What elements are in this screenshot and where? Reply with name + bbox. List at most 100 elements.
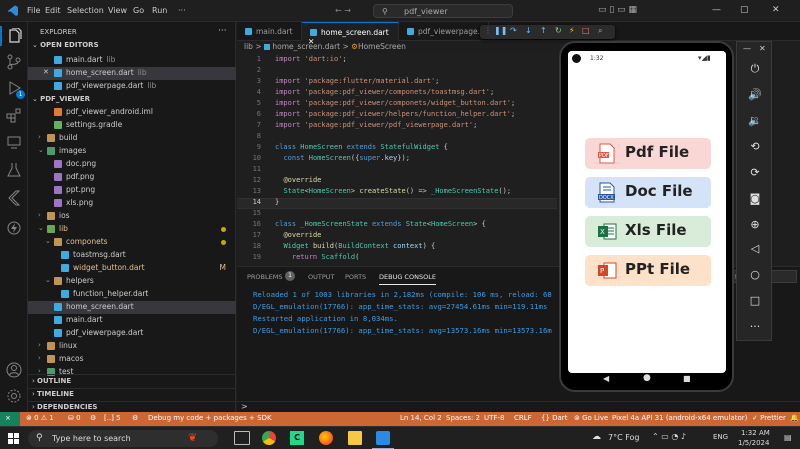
clock-date[interactable]: 1/5/2024 <box>738 439 769 447</box>
emulator-minimize-button[interactable]: — <box>743 44 751 53</box>
extensions-icon[interactable] <box>6 108 22 124</box>
problems-status[interactable]: ⊗ 0 ⚠ 1 <box>26 414 54 422</box>
firefox-icon[interactable] <box>319 431 333 445</box>
tree-folder[interactable]: ⌄ lib <box>28 223 236 236</box>
console-prompt[interactable]: > <box>241 402 248 411</box>
tree-item[interactable]: main.dart <box>28 314 236 327</box>
explorer-icon[interactable] <box>6 28 22 44</box>
volume-down-icon[interactable]: 🔉 <box>748 114 762 128</box>
clock-time[interactable]: 1:32 AM <box>741 429 770 437</box>
menu-selection[interactable]: Selection <box>67 6 104 15</box>
vscode-taskbar-icon[interactable] <box>376 431 390 445</box>
ports-icon[interactable]: ⛁ 0 <box>68 414 81 422</box>
tree-folder[interactable]: › linux <box>28 340 236 353</box>
menu-file[interactable]: File <box>27 6 40 15</box>
notifications-icon[interactable]: 🔔 <box>790 414 799 422</box>
doc-file-button[interactable]: DOCX Doc File <box>585 177 711 208</box>
tree-item[interactable]: pdf_viewer_android.iml <box>28 106 236 119</box>
overview-icon[interactable]: □ <box>748 294 762 308</box>
close-editor-icon[interactable]: ✕ <box>43 68 49 76</box>
close-window-button[interactable]: ✕ <box>772 5 780 15</box>
tab-debug-console[interactable]: DEBUG CONSOLE <box>379 273 436 285</box>
cursor-position[interactable]: Ln 14, Col 2 <box>400 414 442 422</box>
encoding[interactable]: UTF-8 <box>484 414 504 422</box>
step-out-icon[interactable]: ↑ <box>540 26 547 35</box>
tree-item[interactable]: widget_button.dart M <box>28 262 236 275</box>
notification-center-icon[interactable]: ▤ <box>784 433 792 442</box>
tree-item[interactable]: function_helper.dart <box>28 288 236 301</box>
command-center[interactable]: ⚲ pdf_viewer <box>373 4 513 18</box>
rotate-left-icon[interactable]: ⟲ <box>748 140 762 154</box>
live-share-icon[interactable] <box>6 220 22 236</box>
menu-view[interactable]: View <box>108 6 127 15</box>
tree-item[interactable]: ppt.png <box>28 184 236 197</box>
tree-folder[interactable]: ⌄ helpers <box>28 275 236 288</box>
layout-icons[interactable]: ▭ ▯ ▭ ▦ <box>598 5 637 15</box>
tray-icons[interactable]: ⌃ ▭ ◔ ♪ <box>652 432 686 441</box>
debug-config[interactable]: Debug my code + packages + SDK <box>148 414 272 422</box>
remote-indicator[interactable]: ⨯ <box>0 412 20 426</box>
tab-home-screen-dart[interactable]: home_screen.dart ✕ <box>302 22 399 46</box>
remote-explorer-icon[interactable] <box>6 134 22 150</box>
tree-folder[interactable]: › macos <box>28 353 236 366</box>
tree-item[interactable]: toastmsg.dart <box>28 249 236 262</box>
outline-header[interactable]: › OUTLINE <box>32 377 71 385</box>
nav-home-icon[interactable]: ● <box>643 373 651 383</box>
tree-folder[interactable]: ⌄ images <box>28 145 236 158</box>
open-editor-pdf-viewerpage[interactable]: pdf_viewerpage.dart lib <box>28 80 236 93</box>
language-mode[interactable]: {} Dart <box>541 414 567 422</box>
tab-problems[interactable]: PROBLEMS <box>247 273 282 281</box>
tree-item[interactable]: pdf.png <box>28 171 236 184</box>
menu-more[interactable]: ··· <box>178 6 186 15</box>
menu-run[interactable]: Run <box>152 6 167 15</box>
inspect-icon[interactable]: ⌕ <box>598 26 602 36</box>
weather-text[interactable]: 7°C Fog <box>608 433 640 442</box>
tab-pdf-viewerpage[interactable]: pdf_viewerpage.d <box>399 22 489 41</box>
open-editor-home-screen[interactable]: ✕ home_screen.dart lib <box>28 67 236 80</box>
pause-icon[interactable]: ❚❚ <box>494 26 507 35</box>
power-icon[interactable]: ⏻ <box>748 62 762 76</box>
xls-file-button[interactable]: X Xls File <box>585 216 711 247</box>
emulator-close-button[interactable]: ✕ <box>759 44 766 53</box>
camtasia-icon[interactable]: C <box>290 431 304 445</box>
restart-icon[interactable]: ↻ <box>555 26 562 35</box>
open-editor-main[interactable]: main.dart lib <box>28 54 236 67</box>
tree-folder[interactable]: › ios <box>28 210 236 223</box>
testing-icon[interactable] <box>6 162 22 178</box>
weather-icon[interactable]: ☁ <box>592 432 601 442</box>
tree-item-selected[interactable]: home_screen.dart <box>28 301 236 314</box>
step-into-icon[interactable]: ↓ <box>525 26 532 35</box>
account-icon[interactable] <box>6 362 22 378</box>
tree-item[interactable]: pdf_viewerpage.dart <box>28 327 236 340</box>
task-view-icon[interactable] <box>234 431 250 445</box>
zoom-icon[interactable]: ⊕ <box>748 218 762 232</box>
tab-output[interactable]: OUTPUT <box>308 273 335 281</box>
flutter-device[interactable]: Pixel 4a API 31 (android-x64 emulator) <box>612 414 747 422</box>
nav-recents-icon[interactable]: ■ <box>683 374 691 383</box>
lines-count[interactable]: [..] 5 <box>104 414 121 422</box>
chrome-icon[interactable] <box>262 431 276 445</box>
settings-gear-icon[interactable] <box>6 388 22 404</box>
tree-folder[interactable]: ⌄ componets <box>28 236 236 249</box>
dependencies-header[interactable]: › DEPENDENCIES <box>32 403 97 411</box>
code-editor[interactable]: 1 2 3 4 5 6 7 8 9 10 11 12 13 14 15 16 17 18 19 import 'da… <box>237 53 557 265</box>
tab-ports[interactable]: PORTS <box>345 273 366 281</box>
tab-main-dart[interactable]: main.dart <box>237 22 302 41</box>
menu-edit[interactable]: Edit <box>45 6 61 15</box>
pdf-file-button[interactable]: PDF Pdf File <box>585 138 711 169</box>
timeline-header[interactable]: › TIMELINE <box>32 390 74 398</box>
nav-back-icon[interactable]: ◀ <box>603 374 609 383</box>
home-icon[interactable]: ○ <box>748 268 762 282</box>
step-over-icon[interactable]: ↷ <box>510 26 517 35</box>
hot-reload-icon[interactable]: ⚡ <box>569 26 575 35</box>
drag-handle-icon[interactable]: ⋮ <box>484 26 492 35</box>
stop-icon[interactable]: □ <box>582 26 590 35</box>
source-control-icon[interactable] <box>6 54 22 70</box>
open-editors-header[interactable]: ⌄ OPEN EDITORS <box>32 41 99 49</box>
project-header[interactable]: ⌄ PDF_VIEWER <box>32 95 90 103</box>
tree-item[interactable]: xls.png <box>28 197 236 210</box>
line-endings[interactable]: CRLF <box>514 414 532 422</box>
nav-back-forward-icon[interactable]: ← → <box>335 6 351 15</box>
more-options-icon[interactable]: ··· <box>748 320 762 334</box>
maximize-button[interactable]: ▢ <box>740 5 749 15</box>
